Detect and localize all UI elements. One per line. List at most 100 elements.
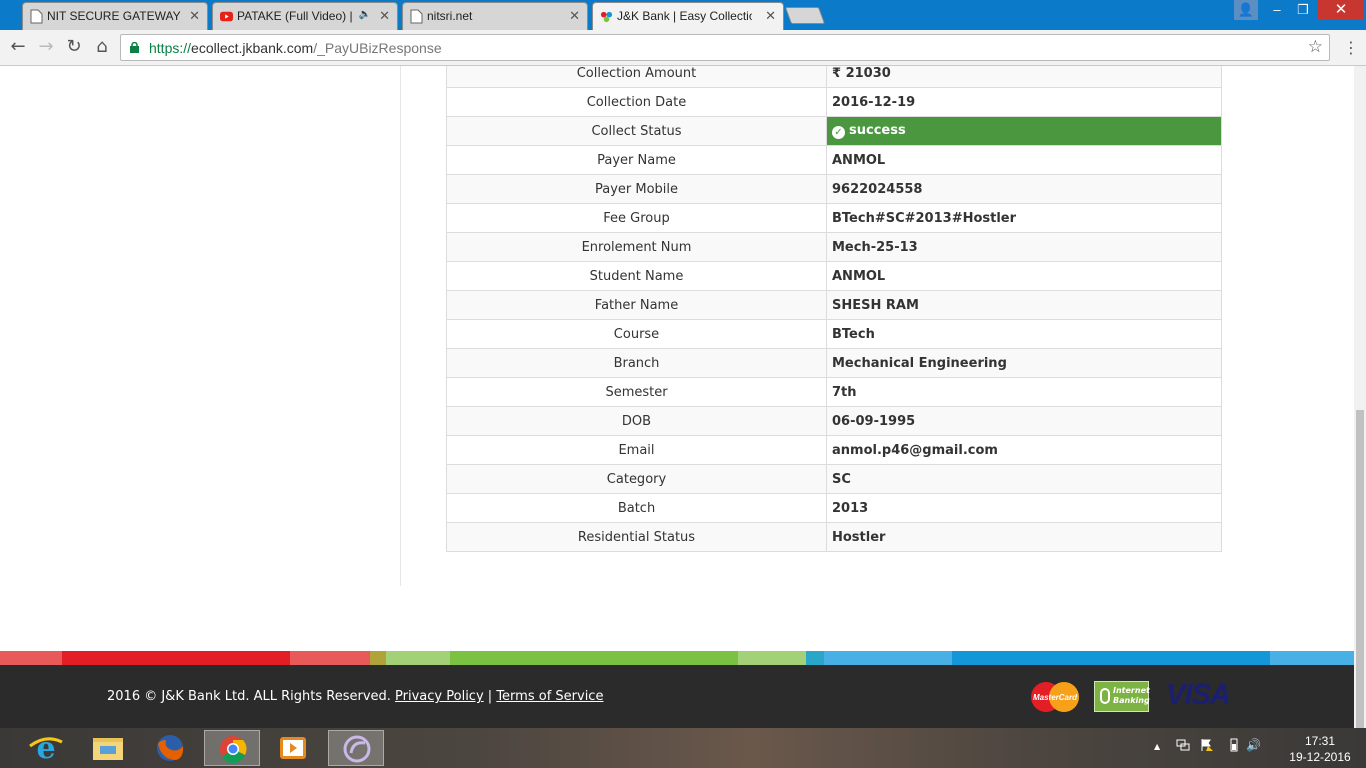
stripe-segment bbox=[62, 651, 290, 665]
audio-playing-icon[interactable]: 🔈 bbox=[359, 9, 371, 20]
footer-separator: | bbox=[487, 689, 493, 704]
internet-explorer-icon[interactable]: e bbox=[18, 730, 74, 766]
close-window-button[interactable]: ✕ bbox=[1318, 0, 1364, 20]
internet-banking-logo: Internet Banking bbox=[1094, 681, 1150, 712]
page-content: Collection Amount ₹ 21030 Collection Date 2… bbox=[0, 66, 1354, 728]
tab-nit-secure-gateway[interactable]: NIT SECURE GATEWAY ✕ bbox=[22, 2, 208, 30]
detail-label: Branch bbox=[446, 348, 827, 378]
bittorrent-icon[interactable] bbox=[328, 730, 384, 766]
stripe-segment bbox=[450, 651, 738, 665]
detail-value: 7th bbox=[826, 377, 1222, 407]
detail-row: Course BTech bbox=[446, 319, 1222, 349]
detail-value: 2016-12-19 bbox=[826, 87, 1222, 117]
privacy-policy-link[interactable]: Privacy Policy bbox=[395, 689, 484, 704]
detail-label: Collection Amount bbox=[446, 66, 827, 88]
file-explorer-icon[interactable] bbox=[80, 730, 136, 766]
address-bar[interactable]: https://ecollect.jkbank.com/_PayUBizResp… bbox=[120, 34, 1330, 61]
detail-row: Collection Date 2016-12-19 bbox=[446, 87, 1222, 117]
home-button[interactable]: ⌂ bbox=[90, 36, 114, 60]
mastercard-logo: MasterCard bbox=[1031, 682, 1079, 712]
detail-label: Father Name bbox=[446, 290, 827, 320]
page-icon bbox=[410, 9, 423, 24]
detail-row: Payer Name ANMOL bbox=[446, 145, 1222, 175]
action-center-flag-icon[interactable] bbox=[1200, 738, 1214, 752]
tab-close-icon[interactable]: ✕ bbox=[189, 8, 200, 24]
detail-value: BTech bbox=[826, 319, 1222, 349]
minimize-button[interactable]: – bbox=[1264, 0, 1290, 20]
tab-close-icon[interactable]: ✕ bbox=[379, 8, 390, 24]
url-scheme: https:// bbox=[149, 40, 192, 56]
detail-value: ₹ 21030 bbox=[826, 66, 1222, 88]
reload-button[interactable]: ↻ bbox=[62, 36, 86, 60]
detail-label: Batch bbox=[446, 493, 827, 523]
detail-label: Semester bbox=[446, 377, 827, 407]
detail-value: SC bbox=[826, 464, 1222, 494]
copyright-text: 2016 © J&K Bank Ltd. ALL Rights Reserved… bbox=[107, 689, 391, 704]
mastercard-text: MasterCard bbox=[1033, 693, 1078, 702]
restore-button[interactable]: ❐ bbox=[1290, 0, 1316, 20]
system-clock[interactable]: 17:31 19-12-2016 bbox=[1280, 733, 1360, 765]
tab-title: nitsri.net bbox=[427, 9, 473, 23]
tab-nitsri[interactable]: nitsri.net ✕ bbox=[402, 2, 588, 30]
color-stripe bbox=[0, 651, 1354, 665]
network-icon[interactable] bbox=[1176, 738, 1190, 752]
back-button[interactable]: ← bbox=[6, 36, 30, 60]
internet-banking-line2: Banking bbox=[1113, 696, 1150, 705]
user-profile-icon[interactable]: 👤 bbox=[1234, 0, 1258, 20]
tab-close-icon[interactable]: ✕ bbox=[569, 8, 580, 24]
new-tab-button[interactable] bbox=[784, 7, 826, 24]
url-host: ecollect.jkbank.com bbox=[191, 40, 314, 56]
detail-row: Father Name SHESH RAM bbox=[446, 290, 1222, 320]
detail-label: Payer Name bbox=[446, 145, 827, 175]
terms-of-service-link[interactable]: Terms of Service bbox=[496, 689, 603, 704]
internet-banking-line1: Internet bbox=[1113, 686, 1150, 695]
status-text: success bbox=[849, 123, 906, 138]
detail-label: Collect Status bbox=[446, 116, 827, 146]
detail-value: BTech#SC#2013#Hostler bbox=[826, 203, 1222, 233]
chrome-icon[interactable] bbox=[204, 730, 260, 766]
firefox-icon[interactable] bbox=[142, 730, 198, 766]
detail-row: Collect Status ✓ success bbox=[446, 116, 1222, 146]
detail-label: Enrolement Num bbox=[446, 232, 827, 262]
scrollbar-thumb[interactable] bbox=[1356, 410, 1364, 728]
tab-close-icon[interactable]: ✕ bbox=[765, 8, 776, 24]
mouse-icon bbox=[1100, 688, 1110, 704]
media-player-icon[interactable] bbox=[266, 730, 322, 766]
page-icon bbox=[30, 9, 43, 24]
detail-label: Residential Status bbox=[446, 522, 827, 552]
tab-patake-video[interactable]: PATAKE (Full Video) || 🔈 ✕ bbox=[212, 2, 398, 30]
browser-toolbar: ← → ↻ ⌂ https://ecollect.jkbank.com/_Pay… bbox=[0, 30, 1366, 66]
youtube-icon bbox=[220, 11, 233, 22]
stripe-segment bbox=[824, 651, 952, 665]
detail-row: Batch 2013 bbox=[446, 493, 1222, 523]
show-hidden-icons[interactable]: ▲ bbox=[1154, 742, 1160, 751]
detail-value: SHESH RAM bbox=[826, 290, 1222, 320]
stripe-segment bbox=[738, 651, 806, 665]
detail-value: 9622024558 bbox=[826, 174, 1222, 204]
detail-value: Mechanical Engineering bbox=[826, 348, 1222, 378]
bookmark-star-icon[interactable]: ☆ bbox=[1308, 37, 1323, 57]
url-text[interactable]: https://ecollect.jkbank.com/_PayUBizResp… bbox=[149, 40, 442, 56]
vertical-scrollbar[interactable] bbox=[1354, 66, 1366, 728]
detail-row: Category SC bbox=[446, 464, 1222, 494]
tab-jk-bank[interactable]: J&K Bank | Easy Collectio ✕ bbox=[592, 2, 784, 31]
detail-row: DOB 06-09-1995 bbox=[446, 406, 1222, 436]
check-circle-icon: ✓ bbox=[832, 126, 845, 139]
battery-icon[interactable] bbox=[1228, 738, 1240, 752]
detail-label: Course bbox=[446, 319, 827, 349]
svg-text:e: e bbox=[36, 731, 55, 766]
detail-label: Payer Mobile bbox=[446, 174, 827, 204]
detail-value: anmol.p46@gmail.com bbox=[826, 435, 1222, 465]
stripe-segment bbox=[386, 651, 450, 665]
detail-row: Residential Status Hostler bbox=[446, 522, 1222, 552]
visa-logo: VISA bbox=[1166, 679, 1231, 711]
detail-row: Semester 7th bbox=[446, 377, 1222, 407]
volume-icon[interactable]: 🔊 bbox=[1246, 738, 1261, 752]
footer: 2016 © J&K Bank Ltd. ALL Rights Reserved… bbox=[0, 665, 1354, 728]
chrome-menu-icon[interactable]: ⋮ bbox=[1343, 38, 1359, 57]
forward-button[interactable]: → bbox=[34, 36, 58, 60]
jk-bank-icon bbox=[600, 11, 613, 23]
tab-title: J&K Bank | Easy Collectio bbox=[617, 9, 752, 23]
tab-strip: NIT SECURE GATEWAY ✕ PATAKE (Full Video)… bbox=[0, 0, 1366, 31]
detail-value: Mech-25-13 bbox=[826, 232, 1222, 262]
